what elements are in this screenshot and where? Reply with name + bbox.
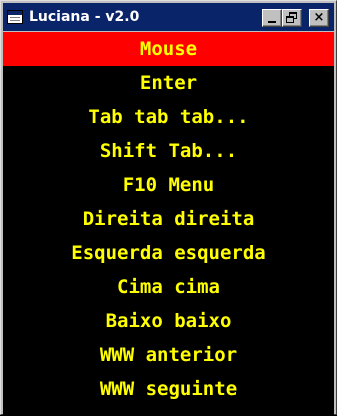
menu-item-left[interactable]: Esquerda esquerda: [3, 236, 334, 270]
maximize-button[interactable]: [282, 9, 302, 27]
menu-item-up[interactable]: Cima cima: [3, 270, 334, 304]
app-window: Luciana - v2.0 × Mouse Enter Tab tab tab…: [0, 0, 337, 416]
menu-item-right[interactable]: Direita direita: [3, 202, 334, 236]
menu-item-enter[interactable]: Enter: [3, 66, 334, 100]
window-title: Luciana - v2.0: [29, 9, 140, 25]
title-bar[interactable]: Luciana - v2.0 ×: [3, 3, 334, 31]
menu-item-www-forward[interactable]: WWW seguinte: [3, 372, 334, 406]
menu-item-mouse[interactable]: Mouse: [3, 32, 334, 66]
menu-item-down[interactable]: Baixo baixo: [3, 304, 334, 338]
restore-icon: [286, 12, 298, 24]
menu-item-www-back[interactable]: WWW anterior: [3, 338, 334, 372]
close-icon: ×: [313, 10, 325, 25]
menu-item-f10-menu[interactable]: F10 Menu: [3, 168, 334, 202]
command-menu: Mouse Enter Tab tab tab... Shift Tab... …: [3, 32, 334, 416]
menu-item-shift-tab[interactable]: Shift Tab...: [3, 134, 334, 168]
menu-item-tab[interactable]: Tab tab tab...: [3, 100, 334, 134]
minimize-icon: [268, 21, 276, 23]
close-button[interactable]: ×: [309, 9, 329, 27]
minimize-button[interactable]: [262, 9, 282, 27]
app-window-icon[interactable]: [7, 10, 23, 24]
